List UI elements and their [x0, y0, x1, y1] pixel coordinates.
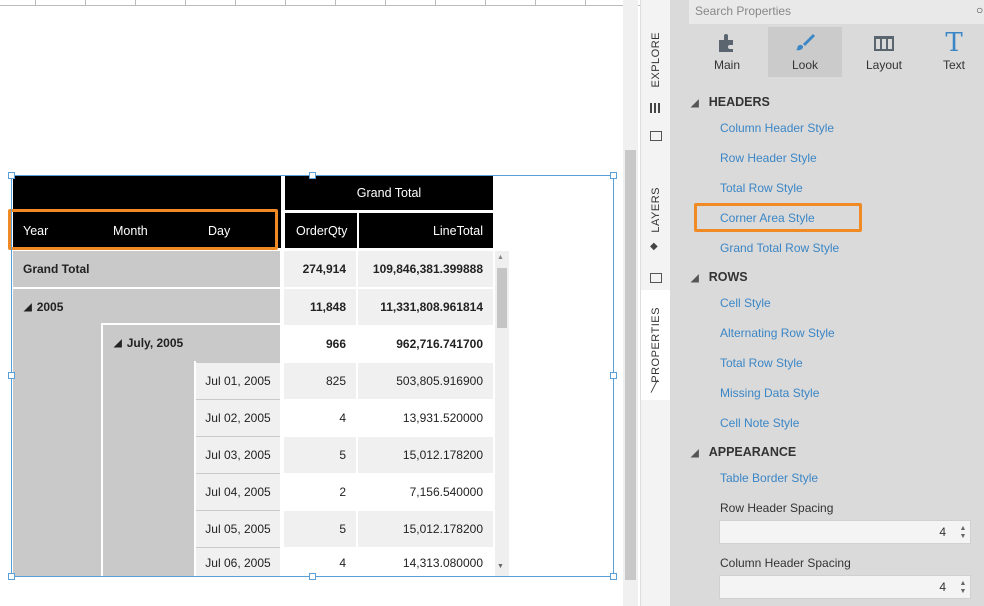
toolbar-main[interactable]: Main: [690, 27, 764, 77]
panel-icon: [650, 273, 662, 283]
cell-style-link[interactable]: Cell Style: [720, 296, 771, 310]
side-tabs: EXPLORE LAYERS ◆ PROPERTIES ╱: [640, 0, 670, 606]
canvas-scrollbar-thumb[interactable]: [625, 150, 636, 580]
properties-panel: [670, 0, 984, 606]
toolbar-look[interactable]: Look: [768, 27, 842, 77]
resize-handle[interactable]: [8, 172, 15, 179]
section-title: APPEARANCE: [708, 445, 797, 459]
expand-arrow-icon: ◢: [691, 98, 699, 109]
tab-label: EXPLORE: [649, 32, 662, 88]
row-header-spacing-input[interactable]: 4: [719, 520, 971, 544]
toolbar-layout[interactable]: Layout: [847, 27, 921, 77]
column-spacing-stepper[interactable]: ▲ ▼: [957, 580, 969, 596]
layers-icon: ◆: [650, 241, 658, 252]
tab-label: PROPERTIES: [649, 307, 662, 383]
dashboard-canvas[interactable]: Grand Total OrderQty LineTotal Year Mont…: [0, 0, 640, 606]
column-header-spacing-label: Column Header Spacing: [720, 556, 851, 570]
resize-handle[interactable]: [610, 172, 617, 179]
search-icon[interactable]: ○: [976, 3, 983, 17]
section-rows[interactable]: ◢ ROWS: [691, 270, 748, 284]
total-row-style-link[interactable]: Total Row Style: [720, 181, 803, 195]
explore-icon: [650, 103, 662, 113]
brush-icon: ╱: [651, 381, 658, 393]
tab-label: LAYERS: [649, 187, 662, 233]
toolbar-label: Layout: [865, 58, 903, 72]
section-appearance[interactable]: ◢ APPEARANCE: [691, 445, 796, 459]
row-header-style-link[interactable]: Row Header Style: [720, 151, 817, 165]
section-title: HEADERS: [708, 95, 770, 109]
expand-arrow-icon: ◢: [691, 273, 699, 284]
column-header-spacing-input[interactable]: 4: [719, 575, 971, 599]
rows-total-row-style-link[interactable]: Total Row Style: [720, 356, 803, 370]
resize-handle[interactable]: [309, 573, 316, 580]
grand-total-row-style-link[interactable]: Grand Total Row Style: [720, 241, 839, 255]
toolbar-label: Text: [942, 58, 965, 72]
puzzle-icon: [716, 32, 738, 52]
panel-icon: [650, 131, 662, 141]
cell-note-style-link[interactable]: Cell Note Style: [720, 416, 799, 430]
paintbrush-icon: [794, 32, 816, 52]
search-input[interactable]: Search Properties: [689, 0, 984, 24]
section-headers[interactable]: ◢ HEADERS: [691, 95, 770, 109]
selection-frame: [11, 175, 614, 577]
resize-handle[interactable]: [8, 372, 15, 379]
corner-area-style-highlight: [694, 203, 862, 232]
column-header-style-link[interactable]: Column Header Style: [720, 121, 834, 135]
row-header-spacing-label: Row Header Spacing: [720, 501, 834, 515]
resize-handle[interactable]: [8, 573, 15, 580]
missing-data-style-link[interactable]: Missing Data Style: [720, 386, 819, 400]
text-icon: T: [945, 28, 963, 58]
layout-icon: [873, 32, 895, 52]
toolbar-label: Main: [713, 58, 740, 72]
expand-arrow-icon: ◢: [691, 448, 699, 459]
row-spacing-stepper[interactable]: ▲ ▼: [957, 525, 969, 541]
tab-layers[interactable]: LAYERS: [641, 180, 670, 240]
resize-handle[interactable]: [610, 573, 617, 580]
ruler-grid: [0, 0, 640, 6]
resize-handle[interactable]: [610, 372, 617, 379]
toolbar-label: Look: [791, 58, 819, 72]
resize-handle[interactable]: [309, 172, 316, 179]
tab-explore[interactable]: EXPLORE: [641, 20, 670, 100]
toolbar-text[interactable]: T Text: [924, 27, 984, 77]
section-title: ROWS: [708, 270, 748, 284]
alternating-row-style-link[interactable]: Alternating Row Style: [720, 326, 835, 340]
table-border-style-link[interactable]: Table Border Style: [720, 471, 818, 485]
